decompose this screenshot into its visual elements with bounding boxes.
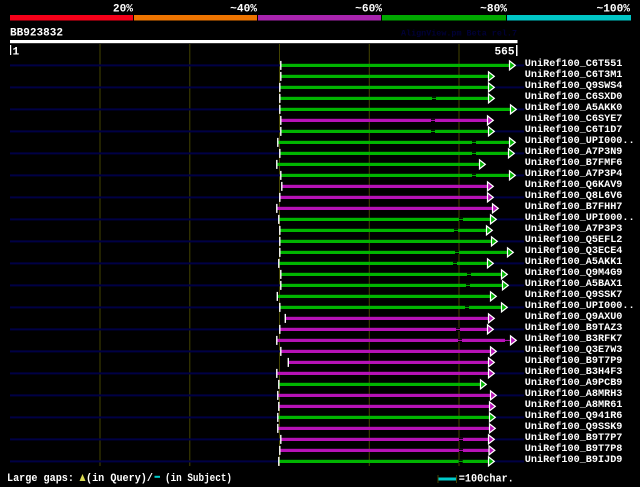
svg-text:UniRef100_B9IJD9: UniRef100_B9IJD9	[525, 454, 623, 466]
svg-text:~40%: ~40%	[230, 4, 257, 16]
svg-text:(in Subject): (in Subject)	[165, 473, 232, 485]
svg-text:~60%: ~60%	[355, 4, 382, 16]
svg-text:=100char.: =100char.	[459, 473, 514, 485]
svg-text:(in Query)/: (in Query)/	[86, 473, 153, 485]
svg-text:565: 565	[495, 47, 515, 59]
svg-text:~100%: ~100%	[597, 4, 631, 16]
svg-text:BB923832: BB923832	[10, 28, 63, 40]
svg-text:~80%: ~80%	[480, 4, 507, 16]
svg-text:20%: 20%	[113, 4, 133, 16]
svg-text:AlignView.pm Beta rel.7: AlignView.pm Beta rel.7	[401, 29, 517, 39]
svg-text:1: 1	[13, 47, 20, 59]
svg-text:Large gaps:: Large gaps:	[7, 473, 74, 485]
